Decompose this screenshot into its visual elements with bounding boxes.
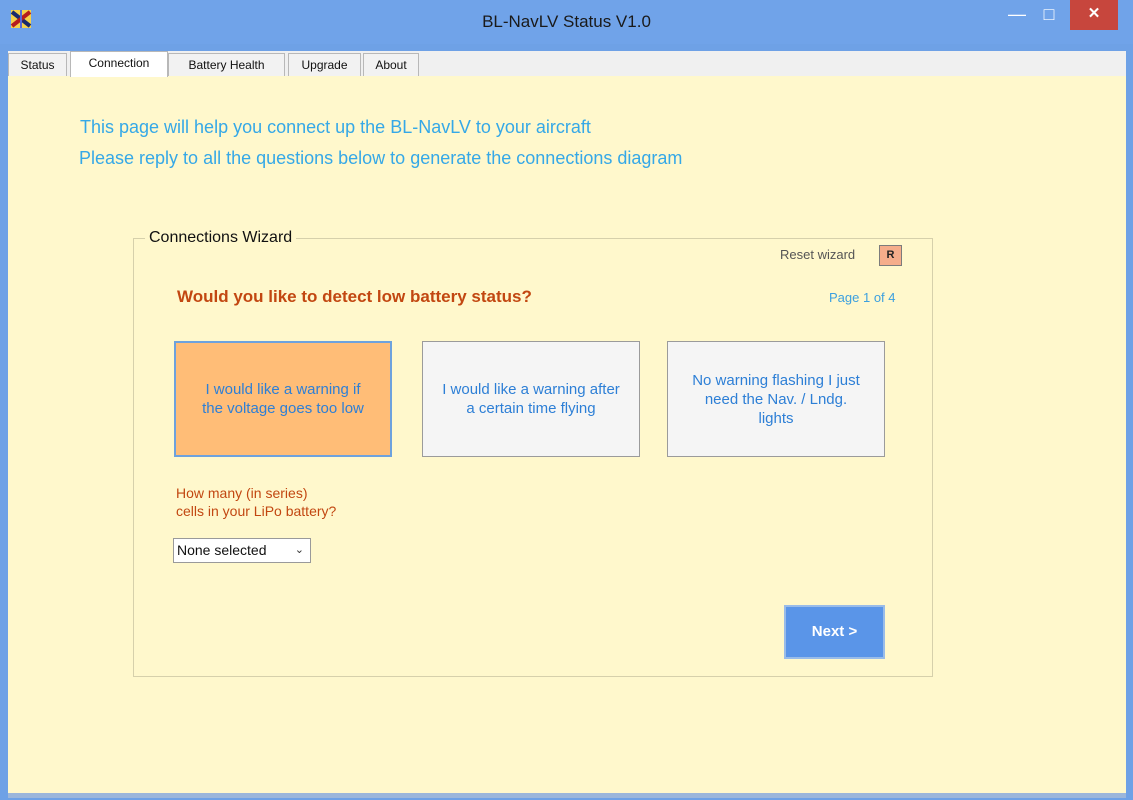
app-window: BL-NavLV Status V1.0 — □ ✕ Status Connec… xyxy=(0,0,1133,800)
option-no-warning[interactable]: No warning flashing I just need the Nav.… xyxy=(667,341,885,457)
lipo-cells-select[interactable]: None selected ⌄ xyxy=(173,538,311,563)
lipo-cells-selected-value: None selected xyxy=(177,542,267,558)
lipo-cells-label: How many (in series) cells in your LiPo … xyxy=(176,484,396,520)
intro-text-line-2: Please reply to all the questions below … xyxy=(79,148,683,168)
tab-status[interactable]: Status xyxy=(8,53,67,76)
option-low-voltage-warning[interactable]: I would like a warning if the voltage go… xyxy=(174,341,392,457)
option-no-warning-text: No warning flashing I just need the Nav.… xyxy=(692,371,860,427)
connection-page: This page will help you connect up the B… xyxy=(8,76,1126,793)
reset-wizard-label: Reset wizard xyxy=(780,247,856,262)
reset-wizard-button[interactable]: R xyxy=(879,245,902,266)
lipo-cells-label-line-1: How many (in series) xyxy=(176,485,308,501)
option-low-voltage-warning-text: I would like a warning if the voltage go… xyxy=(202,381,364,417)
connections-wizard-title: Connections Wizard xyxy=(145,229,297,247)
window-bottom-border xyxy=(8,793,1126,798)
title-bar[interactable]: BL-NavLV Status V1.0 — □ ✕ xyxy=(0,0,1133,44)
wizard-question: Would you like to detect low battery sta… xyxy=(177,287,532,306)
window-title: BL-NavLV Status V1.0 xyxy=(482,12,651,31)
tab-bar: Status Connection Battery Health Upgrade… xyxy=(8,51,1126,77)
page-indicator: Page 1 of 4 xyxy=(829,290,896,305)
maximize-button[interactable]: □ xyxy=(1034,0,1064,30)
tab-upgrade[interactable]: Upgrade xyxy=(288,53,361,76)
option-time-warning[interactable]: I would like a warning after a certain t… xyxy=(422,341,640,457)
tab-about[interactable]: About xyxy=(363,53,419,76)
minimize-button[interactable]: — xyxy=(1002,0,1032,30)
chevron-down-icon: ⌄ xyxy=(294,544,304,556)
next-button[interactable]: Next > xyxy=(784,605,885,659)
option-time-warning-text: I would like a warning after a certain t… xyxy=(442,381,620,417)
tab-connection[interactable]: Connection xyxy=(70,51,168,77)
lipo-cells-label-line-2: cells in your LiPo battery? xyxy=(176,503,337,519)
intro-text-line-1: This page will help you connect up the B… xyxy=(80,117,591,137)
tab-battery-health[interactable]: Battery Health xyxy=(168,53,285,76)
close-button[interactable]: ✕ xyxy=(1070,0,1118,30)
